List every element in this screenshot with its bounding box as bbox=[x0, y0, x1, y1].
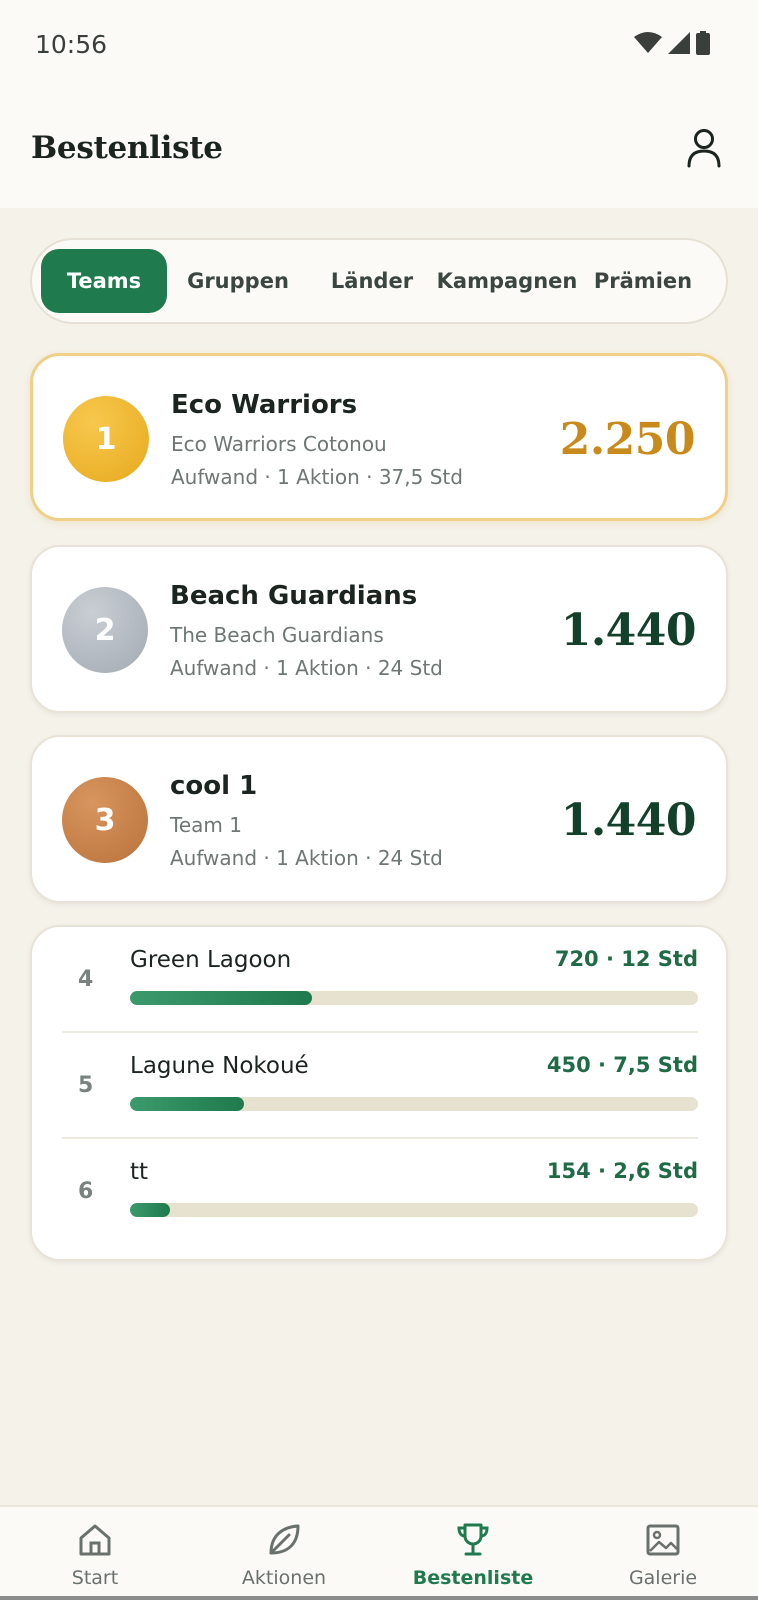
podium-card-rank-3[interactable]: 3 cool 1 Team 1 Aufwand · 1 Aktion · 24 … bbox=[30, 735, 728, 903]
progress-fill bbox=[130, 1097, 244, 1111]
nav-label: Galerie bbox=[628, 1567, 698, 1589]
wifi-icon bbox=[634, 32, 662, 53]
leaf-icon bbox=[269, 1524, 300, 1555]
rank-number: 6 bbox=[78, 1179, 94, 1204]
team-name: Beach Guardians bbox=[170, 581, 418, 611]
bottom-navigation: Start Aktionen Bestenliste Galerie bbox=[0, 1505, 758, 1600]
list-item[interactable]: 6 tt 154 · 2,6 Std bbox=[62, 1139, 698, 1245]
rank-number: 5 bbox=[78, 1073, 94, 1098]
nav-item-bestenliste[interactable]: Bestenliste bbox=[388, 1521, 558, 1597]
team-stat: 720 · 12 Std bbox=[554, 947, 698, 971]
team-meta: Aufwand · 1 Aktion · 37,5 Std bbox=[171, 465, 463, 489]
rank-number: 4 bbox=[78, 967, 94, 992]
team-score: 1.440 bbox=[560, 795, 697, 846]
tab-teams[interactable]: Teams bbox=[41, 249, 167, 313]
home-indicator bbox=[0, 1596, 758, 1600]
tab-praemien[interactable]: Prämien bbox=[583, 249, 703, 313]
status-bar: 10:56 bbox=[0, 0, 758, 92]
team-meta: Aufwand · 1 Aktion · 24 Std bbox=[170, 846, 443, 870]
team-name: tt bbox=[130, 1159, 149, 1185]
team-score: 2.250 bbox=[559, 414, 696, 465]
signal-icon bbox=[668, 32, 690, 54]
tab-gruppen[interactable]: Gruppen bbox=[175, 249, 301, 313]
image-icon bbox=[646, 1524, 680, 1556]
progress-fill bbox=[130, 1203, 170, 1217]
status-icons bbox=[634, 31, 710, 55]
podium-card-rank-2[interactable]: 2 Beach Guardians The Beach Guardians Au… bbox=[30, 545, 728, 713]
list-item[interactable]: 4 Green Lagoon 720 · 12 Std bbox=[62, 927, 698, 1033]
nav-label: Aktionen bbox=[241, 1567, 327, 1589]
team-subtitle: Team 1 bbox=[170, 813, 242, 837]
team-subtitle: The Beach Guardians bbox=[170, 623, 384, 647]
progress-bar bbox=[130, 1097, 698, 1111]
rank-badge-bronze: 3 bbox=[62, 777, 148, 863]
team-subtitle: Eco Warriors Cotonou bbox=[171, 432, 387, 456]
app-header: Bestenliste bbox=[0, 92, 758, 208]
rank-badge-gold: 1 bbox=[63, 396, 149, 482]
tab-kampagnen[interactable]: Kampagnen bbox=[437, 249, 578, 313]
nav-item-aktionen[interactable]: Aktionen bbox=[199, 1521, 369, 1597]
profile-button[interactable] bbox=[686, 128, 722, 168]
progress-fill bbox=[130, 991, 312, 1005]
team-name: Green Lagoon bbox=[130, 947, 292, 973]
progress-bar bbox=[130, 991, 698, 1005]
nav-item-galerie[interactable]: Galerie bbox=[578, 1521, 748, 1597]
team-stat: 450 · 7,5 Std bbox=[546, 1053, 698, 1077]
team-name: Eco Warriors bbox=[171, 390, 358, 420]
category-tabs: Teams Gruppen Länder Kampagnen Prämien bbox=[30, 238, 728, 324]
status-time: 10:56 bbox=[35, 30, 108, 59]
page-title: Bestenliste bbox=[31, 130, 223, 166]
ranking-list: 4 Green Lagoon 720 · 12 Std 5 Lagune Nok… bbox=[30, 925, 728, 1261]
battery-icon bbox=[696, 31, 710, 55]
rank-badge-silver: 2 bbox=[62, 587, 148, 673]
nav-label: Start bbox=[71, 1567, 119, 1589]
nav-label: Bestenliste bbox=[412, 1567, 534, 1589]
team-name: Lagune Nokoué bbox=[130, 1053, 309, 1079]
team-meta: Aufwand · 1 Aktion · 24 Std bbox=[170, 656, 443, 680]
nav-item-start[interactable]: Start bbox=[10, 1521, 180, 1597]
team-score: 1.440 bbox=[560, 605, 697, 656]
user-icon bbox=[687, 129, 721, 168]
tab-laender[interactable]: Länder bbox=[309, 249, 435, 313]
progress-bar bbox=[130, 1203, 698, 1217]
team-stat: 154 · 2,6 Std bbox=[546, 1159, 698, 1183]
team-name: cool 1 bbox=[170, 771, 258, 801]
podium-card-rank-1[interactable]: 1 Eco Warriors Eco Warriors Cotonou Aufw… bbox=[30, 353, 728, 521]
trophy-icon bbox=[457, 1523, 489, 1556]
home-icon bbox=[79, 1524, 111, 1556]
list-item[interactable]: 5 Lagune Nokoué 450 · 7,5 Std bbox=[62, 1033, 698, 1139]
